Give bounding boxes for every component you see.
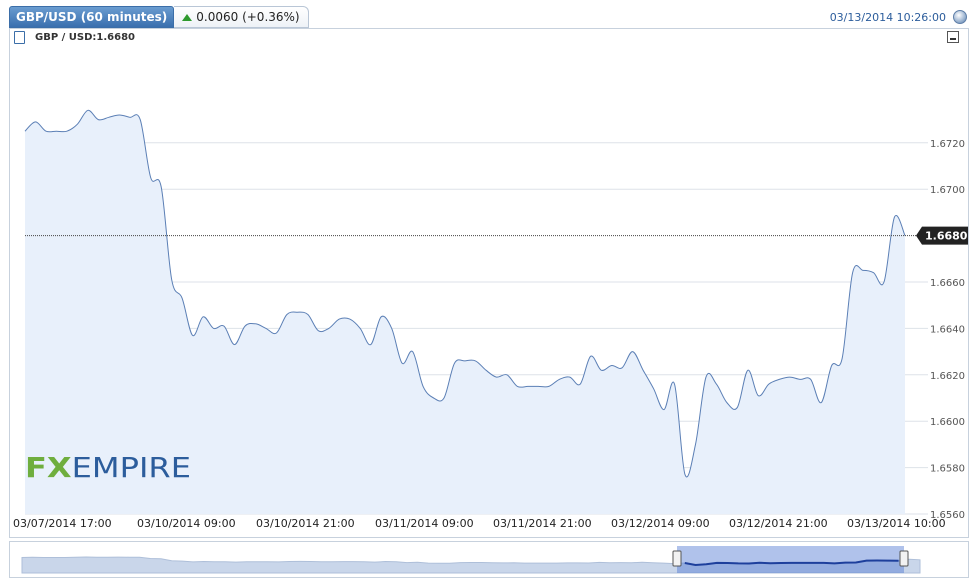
watermark-logo-text: FX EMPIRE: [25, 451, 191, 484]
y-tick-label: 1.6600: [930, 417, 965, 428]
y-tick-label: 1.6620: [930, 371, 965, 382]
x-tick-label: 03/11/2014 09:00: [375, 517, 474, 530]
x-tick-label: 03/10/2014 09:00: [137, 517, 236, 530]
fxempire-logo: FX EMPIRE: [25, 451, 191, 484]
x-tick-label: 03/07/2014 17:00: [13, 517, 112, 530]
current-price-value: 1.6680: [925, 230, 968, 243]
navigator-handle-left[interactable]: [672, 550, 682, 567]
price-chart[interactable]: 1.65601.65801.66001.66201.66401.66601.66…: [0, 0, 976, 585]
navigator-selection[interactable]: [677, 546, 904, 573]
x-tick-label: 03/10/2014 21:00: [256, 517, 355, 530]
navigator-handle-right[interactable]: [899, 550, 909, 567]
y-tick-label: 1.6660: [930, 278, 965, 289]
x-tick-label: 03/11/2014 21:00: [493, 517, 592, 530]
navigator-chart[interactable]: [21, 546, 921, 574]
y-tick-label: 1.6580: [930, 464, 965, 475]
x-tick-label: 03/13/2014 10:00: [847, 517, 946, 530]
y-tick-label: 1.6720: [930, 139, 965, 150]
y-tick-label: 1.6640: [930, 324, 965, 335]
y-tick-label: 1.6700: [930, 185, 965, 196]
x-tick-label: 03/12/2014 21:00: [729, 517, 828, 530]
x-tick-label: 03/12/2014 09:00: [611, 517, 710, 530]
current-price-badge: 1.6680: [916, 226, 968, 245]
